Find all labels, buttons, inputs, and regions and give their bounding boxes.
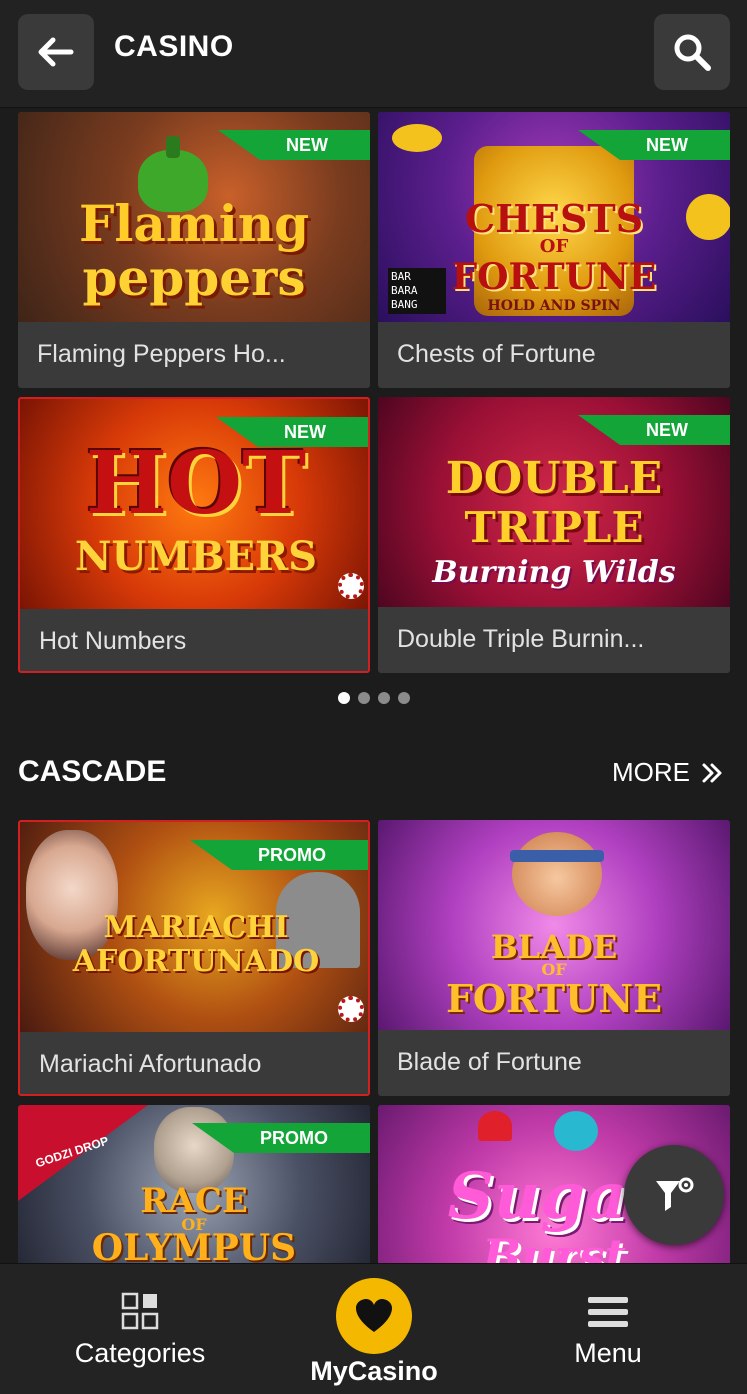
section-title: CASCADE: [18, 755, 167, 788]
game-card[interactable]: CHESTS OF FORTUNE HOLD AND SPIN BAR BARA…: [378, 112, 730, 388]
game-name: Chests of Fortune: [397, 340, 596, 368]
provider-logo-icon: [338, 573, 364, 599]
nav-menu[interactable]: Menu: [538, 1296, 678, 1369]
headband-art: [510, 850, 604, 862]
grid-icon: [121, 1292, 159, 1330]
game-name: Hot Numbers: [39, 627, 187, 655]
nav-categories[interactable]: Categories: [70, 1292, 210, 1369]
game-card[interactable]: Flaming peppers NEW Flaming Peppers Ho..…: [18, 112, 370, 388]
carousel-pagination: [338, 692, 410, 704]
provider-logo: BAR BARA BANG: [388, 268, 446, 314]
more-label: MORE: [612, 757, 690, 787]
search-button[interactable]: [654, 14, 730, 90]
arrow-left-icon: [38, 37, 74, 67]
game-card[interactable]: MARIACHI AFORTUNADO PROMO Mariachi Afort…: [18, 820, 370, 1096]
nav-label: Categories: [74, 1338, 206, 1368]
carousel-dot[interactable]: [358, 692, 370, 704]
game-name: Double Triple Burnin...: [397, 625, 645, 653]
back-button[interactable]: [18, 14, 94, 90]
carousel-dot[interactable]: [398, 692, 410, 704]
page-title: CASINO: [114, 30, 234, 63]
heart-candy-art: [478, 1111, 512, 1141]
carousel-dot[interactable]: [338, 692, 350, 704]
nav-label: MyCasino: [310, 1356, 438, 1386]
heart-icon: [356, 1299, 392, 1332]
game-name: Flaming Peppers Ho...: [37, 340, 286, 368]
ninja-character-art: [512, 832, 602, 916]
double-chevron-right-icon: [702, 763, 722, 782]
search-icon: [674, 34, 711, 71]
thumb-title: Flaming: [78, 194, 310, 253]
filter-button[interactable]: [624, 1145, 724, 1245]
game-name: Mariachi Afortunado: [39, 1050, 262, 1078]
game-card[interactable]: BLADE OF FORTUNE Blade of Fortune: [378, 820, 730, 1096]
pepper-stem: [166, 136, 180, 158]
more-link[interactable]: MORE: [612, 757, 724, 788]
game-card[interactable]: DOUBLE TRIPLE Burning Wilds NEW Double T…: [378, 397, 730, 673]
mycasino-badge: [336, 1278, 412, 1354]
thumb-tagline: Burning Wilds: [432, 555, 676, 590]
coin-art: [392, 124, 442, 152]
thumb-subtitle: NUMBERS: [74, 533, 318, 580]
nav-mycasino[interactable]: MyCasino: [304, 1278, 444, 1387]
app-header: CASINO: [0, 0, 747, 108]
carousel-dot[interactable]: [378, 692, 390, 704]
thumb-subtitle: OLYMPUS: [91, 1227, 297, 1265]
candy-art: [554, 1111, 598, 1151]
hamburger-menu-icon: [588, 1297, 628, 1327]
thumb-title: MARIACHI: [103, 910, 289, 945]
thumb-subtitle: TRIPLE: [464, 503, 644, 552]
game-card[interactable]: RACE OF OLYMPUS GODZI DROP PROMO: [18, 1105, 370, 1265]
bottom-navigation: Categories MyCasino Menu: [0, 1263, 747, 1394]
thumb-title-of: OF: [539, 236, 569, 257]
thumb-subtitle: AFORTUNADO: [72, 944, 320, 979]
game-card[interactable]: HOT NUMBERS NEW Hot Numbers: [18, 397, 370, 673]
thumb-subtitle: FORTUNE: [445, 976, 663, 1021]
thumb-title: DOUBLE: [445, 453, 663, 504]
nav-label: Menu: [574, 1338, 642, 1368]
game-name: Blade of Fortune: [397, 1048, 582, 1076]
thumb-title: HOT: [85, 433, 307, 534]
filter-gear-icon: [656, 1177, 694, 1211]
provider-logo-icon: [338, 996, 364, 1022]
thumb-title: CHESTS: [464, 196, 644, 241]
game-thumbnail: BLADE OF FORTUNE: [378, 820, 730, 1030]
thumb-subtitle: peppers: [82, 248, 306, 307]
